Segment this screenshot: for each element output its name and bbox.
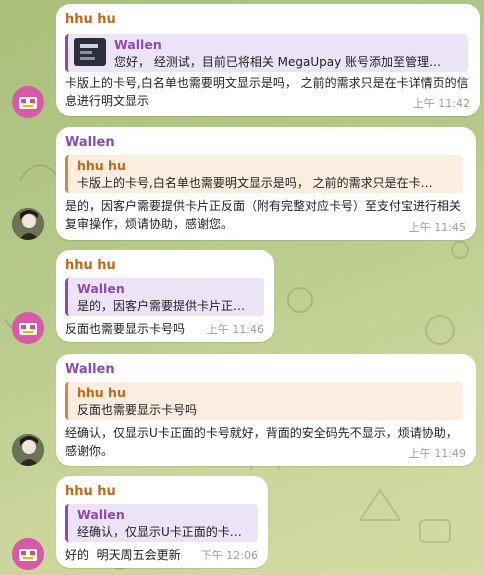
message-time: 上午 11:42 bbox=[412, 97, 470, 110]
wallen-avatar[interactable] bbox=[12, 208, 44, 240]
pink-bot-avatar-icon bbox=[19, 97, 37, 109]
message-bubble[interactable]: Wallen hhu hu 反面也需要显示卡号吗 经确认，仅显示U卡正面的卡号就… bbox=[56, 354, 476, 466]
message-bubble[interactable]: hhu hu Wallen 经确认，仅显示U卡正面的卡… 好的 明天周五会更新 … bbox=[56, 476, 268, 568]
message-time: 下午 12:06 bbox=[200, 549, 258, 562]
hhu-hu-avatar[interactable] bbox=[12, 86, 44, 118]
reply-text: 卡版上的卡号,白名单也需要明文显示是吗， 之前的需求只是在卡… bbox=[77, 176, 433, 190]
hhu-hu-avatar[interactable] bbox=[12, 312, 44, 344]
message-sender[interactable]: Wallen bbox=[65, 135, 115, 150]
reply-text: 是的，因客户需要提供卡片正… bbox=[77, 299, 246, 313]
person-avatar-icon bbox=[12, 208, 44, 240]
hhu-hu-avatar[interactable] bbox=[12, 538, 44, 570]
pink-bot-avatar-icon bbox=[19, 323, 37, 335]
message-bubble[interactable]: Wallen hhu hu 卡版上的卡号,白名单也需要明文显示是吗， 之前的需求… bbox=[56, 127, 476, 240]
reply-quote[interactable]: hhu hu 反面也需要显示卡号吗 bbox=[65, 382, 463, 420]
reply-sender: Wallen bbox=[77, 507, 125, 522]
message-text: 好的 明天周五会更新 bbox=[65, 548, 181, 562]
reply-sender: Wallen bbox=[114, 37, 162, 52]
reply-text: 您好， 经测试，目前已将相关 MegaUpay 账号添加至管理… bbox=[114, 55, 442, 69]
message-text: 卡版上的卡号,白名单也需要明文显示是吗， 之前的需求只是在卡详情页的信息进行明文… bbox=[65, 76, 469, 108]
message-sender[interactable]: Wallen bbox=[65, 362, 115, 377]
wallen-avatar[interactable] bbox=[12, 434, 44, 466]
reply-sender: hhu hu bbox=[77, 158, 126, 173]
reply-quote[interactable]: Wallen 是的，因客户需要提供卡片正… bbox=[65, 278, 264, 316]
reply-sender: Wallen bbox=[77, 281, 125, 296]
reply-quote[interactable]: hhu hu 卡版上的卡号,白名单也需要明文显示是吗， 之前的需求只是在卡… bbox=[65, 155, 463, 193]
person-avatar-icon bbox=[12, 434, 44, 466]
message-sender[interactable]: hhu hu bbox=[65, 484, 116, 499]
message-sender[interactable]: hhu hu bbox=[65, 12, 116, 27]
reply-quote[interactable]: Wallen 经确认，仅显示U卡正面的卡… bbox=[65, 504, 258, 542]
message-bubble[interactable]: hhu hu Wallen 是的，因客户需要提供卡片正… 反面也需要显示卡号吗 … bbox=[56, 250, 274, 342]
message-time: 上午 11:46 bbox=[206, 323, 264, 336]
pink-bot-avatar-icon bbox=[19, 549, 37, 561]
reply-quote[interactable]: Wallen 您好， 经测试，目前已将相关 MegaUpay 账号添加至管理… bbox=[65, 34, 468, 72]
media-thumbnail-icon bbox=[74, 38, 106, 66]
reply-text: 反面也需要显示卡号吗 bbox=[77, 403, 198, 417]
message-sender[interactable]: hhu hu bbox=[65, 258, 116, 273]
message-text: 反面也需要显示卡号吗 bbox=[65, 322, 186, 336]
reply-text: 经确认，仅显示U卡正面的卡… bbox=[77, 525, 242, 539]
message-time: 上午 11:45 bbox=[408, 221, 466, 234]
message-time: 上午 11:49 bbox=[408, 447, 466, 460]
reply-sender: hhu hu bbox=[77, 385, 126, 400]
message-bubble[interactable]: hhu hu Wallen 您好， 经测试，目前已将相关 MegaUpay 账号… bbox=[56, 4, 480, 116]
